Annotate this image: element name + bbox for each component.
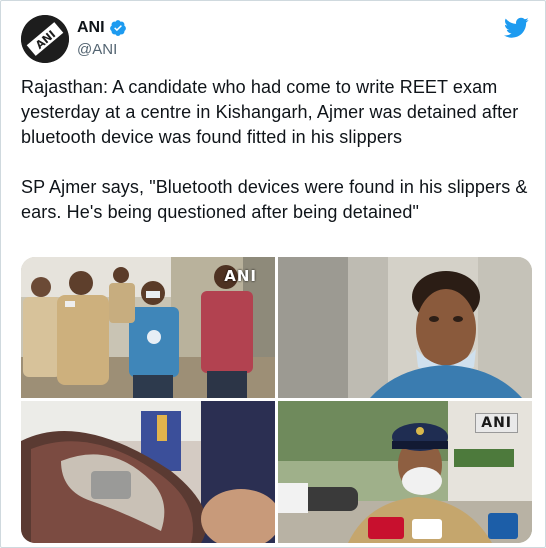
tweet-header: ANI ANI @ANI <box>21 15 531 65</box>
photo-police-escort[interactable]: ANI <box>21 257 275 398</box>
photo-candidate-face[interactable] <box>278 257 532 398</box>
account-names: ANI @ANI <box>77 18 127 60</box>
tweet-card[interactable]: ANI ANI @ANI Rajasthan: A candidate who … <box>0 0 546 548</box>
tweet-paragraph: Rajasthan: A candidate who had come to w… <box>21 77 519 147</box>
display-name-row[interactable]: ANI <box>77 18 127 38</box>
handle[interactable]: @ANI <box>77 40 127 60</box>
tweet-text: Rajasthan: A candidate who had come to w… <box>21 75 536 225</box>
tweet-paragraph: SP Ajmer says, "Bluetooth devices were f… <box>21 177 528 222</box>
ani-watermark: ANI <box>224 267 257 285</box>
twitter-bird-icon[interactable] <box>504 17 529 39</box>
media-grid: ANI ANI <box>21 257 532 543</box>
verified-badge-icon <box>109 19 127 37</box>
display-name[interactable]: ANI <box>77 18 105 38</box>
photo-sp-ajmer[interactable]: ANI <box>278 401 532 543</box>
photo-slipper-device[interactable] <box>21 401 275 543</box>
avatar[interactable]: ANI <box>21 15 69 63</box>
ani-watermark: ANI <box>475 413 518 433</box>
ani-logo-icon: ANI <box>21 15 69 63</box>
